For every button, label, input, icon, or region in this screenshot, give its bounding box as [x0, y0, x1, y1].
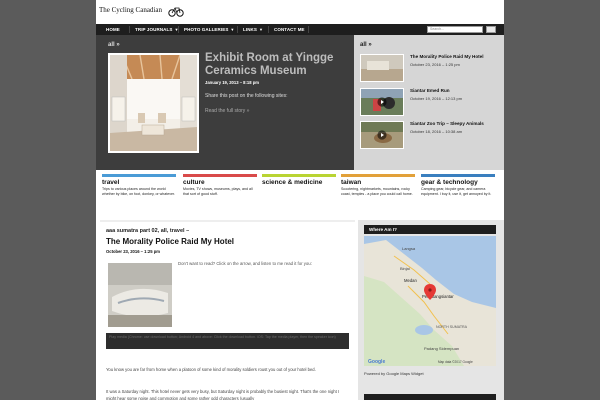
audio-player[interactable]: Play media (Chrome: use download button;…: [106, 333, 349, 349]
category-science-medicine[interactable]: science & medicine: [262, 174, 336, 187]
audio-player-text: Play media (Chrome: use download button;…: [109, 335, 336, 339]
category-color-bar: [421, 174, 495, 177]
post-intro: Don't want to read? Click on the arrow, …: [178, 261, 312, 266]
featured-title[interactable]: Exhibit Room at Yingge Ceramics Museum: [205, 52, 350, 78]
map-attribution: Map data ©2017 Google: [438, 360, 473, 364]
post-image[interactable]: [108, 263, 172, 327]
bicycle-icon: [168, 7, 184, 17]
chevron-down-icon: ▼: [259, 27, 264, 32]
post-paragraph: It was a Saturday night. This hotel neve…: [106, 389, 340, 400]
category-travel[interactable]: travel Trips to various places around th…: [102, 174, 176, 196]
category-name[interactable]: travel: [102, 179, 176, 186]
recent-thumbnail: [360, 88, 404, 116]
read-more-link[interactable]: Read the full story »: [205, 108, 249, 114]
category-name[interactable]: taiwan: [341, 179, 415, 186]
category-culture[interactable]: culture Movies, TV shows, museums, plays…: [183, 174, 257, 196]
map-label: NORTH SUMATRA: [436, 325, 468, 329]
category-color-bar: [183, 174, 257, 177]
nav-divider: [237, 26, 238, 33]
search-input[interactable]: Search...: [427, 26, 483, 33]
map-label: Medan: [404, 278, 417, 283]
map-label: Padang Sidempuan: [424, 346, 459, 351]
nav-divider: [178, 26, 179, 33]
category-desc: Trips to various places around the world…: [102, 187, 176, 196]
masthead: The Cycling Canadian: [96, 0, 504, 24]
chevron-down-icon: ▼: [230, 27, 235, 32]
nav-links-label: LINKS: [243, 27, 257, 32]
recent-date: October 18, 2016 – 10:38 am: [410, 129, 463, 134]
category-strip: travel Trips to various places around th…: [96, 170, 504, 216]
nav-divider: [308, 26, 309, 33]
post-categories[interactable]: aaa sumatra part 02, all, travel –: [106, 228, 189, 234]
recent-post-item[interactable]: Siantar Emed Run October 19, 2016 – 12:1…: [360, 87, 500, 117]
museum-room-image: [110, 55, 197, 151]
widget-title: Where Am I?: [364, 225, 496, 234]
play-icon: [377, 130, 387, 140]
recent-post-item[interactable]: Siantar Zoo Trip – Sleepy Animals Octobe…: [360, 120, 500, 150]
nav-home[interactable]: HOME: [106, 24, 120, 35]
recent-posts: all » The Morality Police Raid My Hotel …: [354, 35, 504, 170]
recent-category-link[interactable]: all »: [360, 42, 372, 48]
map-image: Langsa Binjai Medan Pematangsiantar NORT…: [364, 236, 496, 366]
category-gear-technology[interactable]: gear & technology Camping gear, bicycle …: [421, 174, 495, 196]
nav-links[interactable]: LINKS ▼: [243, 24, 263, 35]
recent-date: October 19, 2016 – 12:13 pm: [410, 96, 463, 101]
google-logo: Google: [368, 359, 385, 365]
recent-title[interactable]: The Morality Police Raid My Hotel: [410, 54, 484, 59]
nav-trip-journals-label: TRIP JOURNALS: [135, 27, 173, 32]
nav-contact-me-label: CONTACT ME: [274, 27, 305, 32]
recent-thumbnail: [360, 54, 404, 82]
search-button[interactable]: [486, 26, 496, 40]
category-desc: Camping gear, bicycle gear, and camera e…: [421, 187, 492, 196]
nav-contact-me[interactable]: CONTACT ME: [274, 24, 305, 35]
category-desc: Scootering, nightmarkets, mountains, roc…: [341, 187, 413, 196]
featured-date: January 19, 2013 – 8:18 pm: [205, 80, 260, 85]
category-name[interactable]: gear & technology: [421, 179, 495, 186]
play-icon: [377, 97, 387, 107]
category-name[interactable]: science & medicine: [262, 179, 336, 186]
map-credit[interactable]: Powered by Google Maps Widget: [364, 371, 424, 376]
category-taiwan[interactable]: taiwan Scootering, nightmarkets, mountai…: [341, 174, 415, 196]
category-name[interactable]: culture: [183, 179, 257, 186]
nav-home-label: HOME: [106, 27, 120, 32]
site-logo[interactable]: The Cycling Canadian: [99, 6, 162, 14]
nav-trip-journals[interactable]: TRIP JOURNALS ▼: [135, 24, 179, 35]
post-date: October 23, 2016 – 1:25 pm: [106, 249, 160, 254]
nav-photo-galleries[interactable]: PHOTO GALLERIES ▼: [184, 24, 234, 35]
featured-post: all » Exhibit Room at Yingge Ceramics Mu…: [96, 35, 354, 170]
nav-divider: [129, 26, 130, 33]
map-label: Binjai: [400, 266, 410, 271]
share-text: Share this post on the following sites:: [205, 93, 288, 99]
nav-divider: [268, 26, 269, 33]
page: The Cycling Canadian HOME TRIP JOURNALS ▼…: [96, 0, 504, 400]
post-title[interactable]: The Morality Police Raid My Hotel: [106, 237, 234, 246]
map-label: Langsa: [402, 246, 416, 251]
hotel-room-image: [108, 263, 172, 327]
recent-post-item[interactable]: The Morality Police Raid My Hotel Octobe…: [360, 53, 500, 83]
recent-title[interactable]: Siantar Emed Run: [410, 88, 450, 93]
category-color-bar: [341, 174, 415, 177]
recent-thumbnail: [360, 121, 404, 149]
featured-photo[interactable]: [108, 53, 199, 153]
recent-title[interactable]: Siantar Zoo Trip – Sleepy Animals: [410, 121, 484, 126]
featured-category-link[interactable]: all »: [108, 42, 120, 48]
category-desc: Movies, TV shows, museums, plays, and al…: [183, 187, 253, 196]
post-paragraph: You know you are far from home when a pl…: [106, 367, 316, 372]
category-color-bar: [262, 174, 336, 177]
sidebar: Where Am I? Langsa Binjai Medan Pematang…: [358, 220, 504, 400]
main-nav: HOME TRIP JOURNALS ▼ PHOTO GALLERIES ▼ LIN…: [96, 24, 504, 40]
recent-date: October 23, 2016 – 1:25 pm: [410, 62, 460, 67]
category-color-bar: [102, 174, 176, 177]
nav-photo-galleries-label: PHOTO GALLERIES: [184, 27, 229, 32]
widget-title: [364, 394, 496, 400]
map-widget[interactable]: Langsa Binjai Medan Pematangsiantar NORT…: [364, 236, 496, 366]
post-content: aaa sumatra part 02, all, travel – The M…: [100, 220, 355, 400]
